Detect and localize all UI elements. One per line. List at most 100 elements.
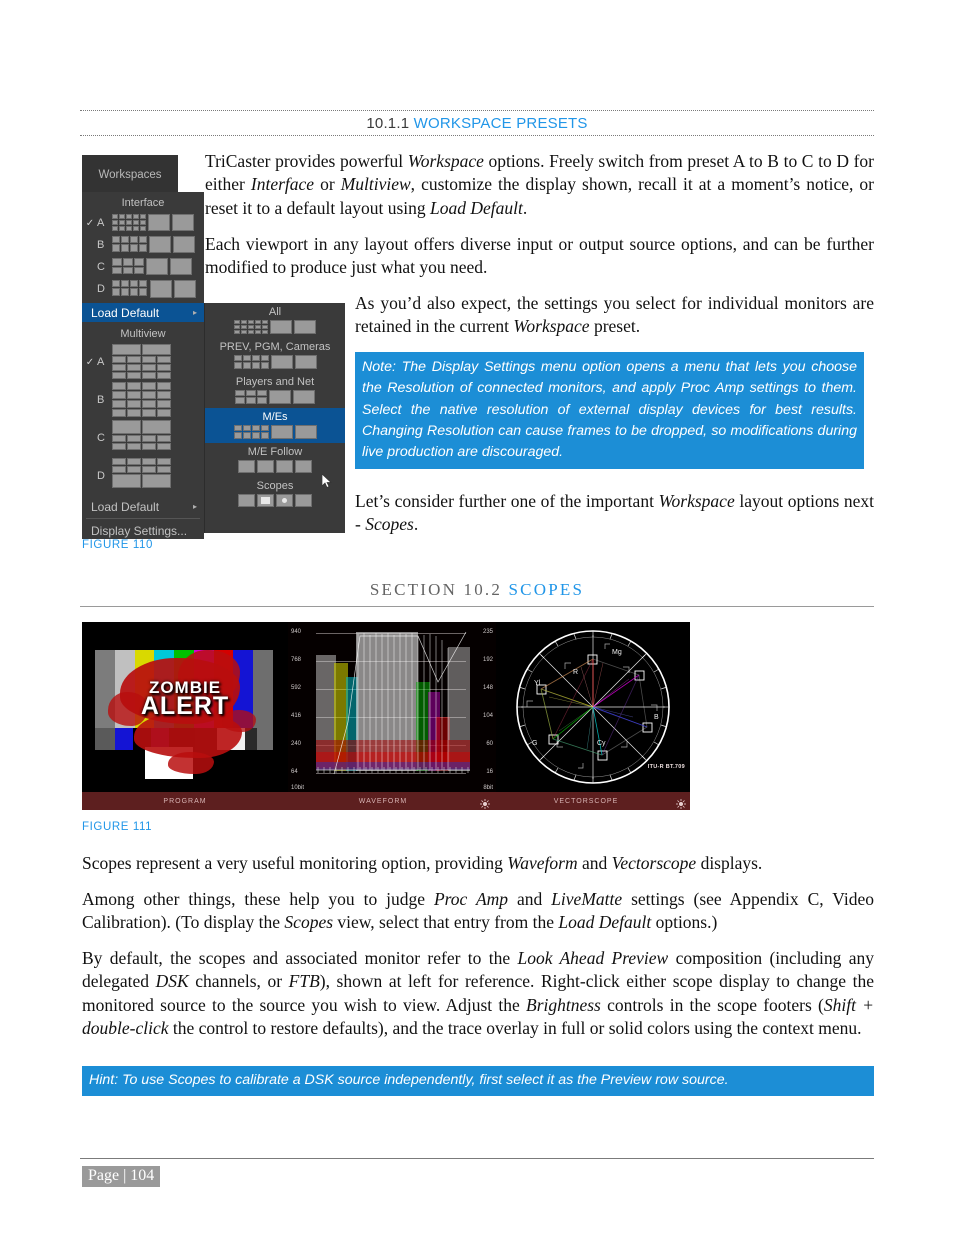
heading-section-10-2: SECTION 10.2 SCOPES <box>80 580 874 607</box>
p7-em-brightness: Brightness <box>526 994 601 1015</box>
note-callout: Note: The Display Settings menu option o… <box>355 352 864 470</box>
multiview-section-header: Multiview <box>120 328 166 340</box>
preset-letter: C <box>97 432 105 444</box>
heading-10-1-1: 10.1.1 WORKSPACE PRESETS <box>80 110 874 136</box>
overlay-line-2: ALERT <box>140 692 230 720</box>
interface-load-default-label: Load Default <box>91 305 160 320</box>
submenu-item-all[interactable]: All <box>205 303 345 338</box>
chevron-right-icon: ▸ <box>192 502 197 511</box>
preset-letter: D <box>97 283 105 295</box>
waveform-scope[interactable]: 940 768 592 416 240 64 10bit 235 192 148… <box>288 622 496 792</box>
p5-em-waveform: Waveform <box>507 853 578 873</box>
chevron-right-icon: ▸ <box>192 308 197 317</box>
heading-rule-bottom <box>80 135 874 136</box>
submenu-item-prev-pgm-cameras[interactable]: PREV, PGM, Cameras <box>205 338 345 373</box>
submenu-label: Players and Net <box>235 376 315 388</box>
scopes-footer-bar: PROGRAM WAVEFORM VECTORSCOPE <box>82 792 690 810</box>
multiview-preset-b[interactable]: B <box>82 381 204 419</box>
vectorscope-standard-label: ITU-R BT.709 <box>647 764 685 770</box>
section-number: SECTION 10.2 <box>369 580 503 599</box>
p6-em-load-default: Load Default <box>558 912 652 933</box>
multiview-layout-icon-a <box>112 344 171 379</box>
menu-divider <box>86 518 200 519</box>
layout-icon-b <box>112 236 195 253</box>
submenu-label: PREV, PGM, Cameras <box>219 341 331 353</box>
layout-icon-d <box>112 280 196 298</box>
submenu-item-me-follow[interactable]: M/E Follow <box>205 443 345 477</box>
p6-text-a: Among other things, these help you to ju… <box>82 889 434 909</box>
multiview-layout-icon-d <box>112 458 171 488</box>
preset-letter: B <box>97 394 105 406</box>
submenu-label: M/Es <box>262 411 288 423</box>
paragraph-3: As you’d also expect, the settings you s… <box>355 292 874 339</box>
footer-rule <box>80 1158 874 1159</box>
interface-preset-b[interactable]: B <box>82 234 204 256</box>
submenu-layout-icon-all <box>205 320 345 334</box>
p4-text-a: Let’s consider further one of the import… <box>355 491 659 511</box>
layout-icon-a <box>112 214 194 231</box>
waveform-trace <box>316 631 470 775</box>
waveform-footer-label: WAVEFORM <box>358 797 408 805</box>
multiview-preset-a[interactable]: ✓ A <box>82 343 204 381</box>
p7-text-a: By default, the scopes and associated mo… <box>82 948 518 968</box>
interface-preset-d[interactable]: D <box>82 278 204 300</box>
p5-text-a: Scopes represent a very useful monitorin… <box>82 853 508 873</box>
preset-letter: B <box>97 239 105 251</box>
vectorscope-footer-label: VECTORSCOPE <box>553 797 619 805</box>
workspaces-tab-label: Workspaces <box>98 169 162 181</box>
p1-em-multiview: Multiview <box>340 174 411 195</box>
workspaces-tab[interactable]: Workspaces <box>82 155 178 195</box>
brightness-icon[interactable] <box>676 796 686 809</box>
p7-text-f: the control to restore defaults), and th… <box>168 1017 862 1038</box>
submenu-label: Scopes <box>256 480 294 492</box>
check-icon: ✓ <box>85 357 95 368</box>
interface-load-default[interactable]: Load Default ▸ <box>82 303 204 322</box>
paragraph-7: By default, the scopes and associated mo… <box>82 947 874 1040</box>
p3-em-workspace: Workspace <box>513 316 590 337</box>
submenu-label: M/E Follow <box>247 446 303 458</box>
preset-letter: A <box>97 217 105 229</box>
hint-callout: Hint: To use Scopes to calibrate a DSK s… <box>82 1066 874 1097</box>
multiview-layout-icon-b <box>112 382 171 417</box>
multiview-load-default[interactable]: Load Default ▸ <box>82 497 204 516</box>
blood-splat <box>168 752 214 774</box>
display-settings-item[interactable]: Display Settings... <box>82 521 204 540</box>
submenu-layout-icon-players-and-net <box>205 390 345 404</box>
preset-letter: A <box>97 356 105 368</box>
p1-em-load-default: Load Default <box>430 197 523 218</box>
paragraph-6: Among other things, these help you to ju… <box>82 888 874 935</box>
p6-text-e: options.) <box>651 912 718 933</box>
hint-text: Hint: To use Scopes to calibrate a DSK s… <box>89 1072 729 1088</box>
program-footer-label: PROGRAM <box>163 797 207 805</box>
interface-preset-a[interactable]: ✓ A <box>82 212 204 234</box>
vectorscope-target-yl: Yl <box>534 680 541 687</box>
note-text: Note: The Display Settings menu option o… <box>362 359 857 461</box>
submenu-item-mes[interactable]: M/Es <box>205 408 345 488</box>
display-settings-label: Display Settings... <box>91 523 188 538</box>
multiview-layout-icon-c <box>112 420 171 450</box>
load-default-submenu: All PREV, PGM, Cameras Players and Net M… <box>204 303 345 533</box>
preset-letter: C <box>97 261 105 273</box>
brightness-icon[interactable] <box>480 796 490 809</box>
submenu-layout-icon-me-follow <box>205 460 345 473</box>
multiview-load-default-label: Load Default <box>91 499 160 514</box>
multiview-preset-d[interactable]: D <box>82 457 204 495</box>
p6-em-proc-amp: Proc Amp <box>433 889 509 909</box>
submenu-item-scopes[interactable]: Scopes <box>205 477 345 511</box>
heading-number: 10.1.1 <box>366 115 410 132</box>
figure-110-workspaces-menu: Workspaces Interface ✓ A B C D Load Defa… <box>82 155 350 539</box>
multiview-preset-c[interactable]: C <box>82 419 204 457</box>
p6-em-livematte: LiveMatte <box>551 889 623 909</box>
p5-em-vectorscope: Vectorscope <box>611 853 697 873</box>
p4-em-scopes: Scopes <box>365 514 414 535</box>
submenu-layout-icon-mes <box>205 425 345 439</box>
p7-text-c: channels, or <box>188 971 289 992</box>
figure-110-caption: FIGURE 110 <box>82 539 153 551</box>
heading-title: WORKSPACE PRESETS <box>413 115 588 132</box>
program-monitor[interactable]: ZOMBIE ALERT <box>82 622 288 792</box>
interface-preset-c[interactable]: C <box>82 256 204 278</box>
submenu-item-players-and-net[interactable]: Players and Net <box>205 373 345 408</box>
submenu-layout-icon-prev-pgm-cameras <box>205 355 345 369</box>
vectorscope-scope[interactable]: R Mg B Cy G Yl ITU-R BT.709 <box>496 622 690 792</box>
p7-em-ftb: FTB <box>288 971 320 992</box>
